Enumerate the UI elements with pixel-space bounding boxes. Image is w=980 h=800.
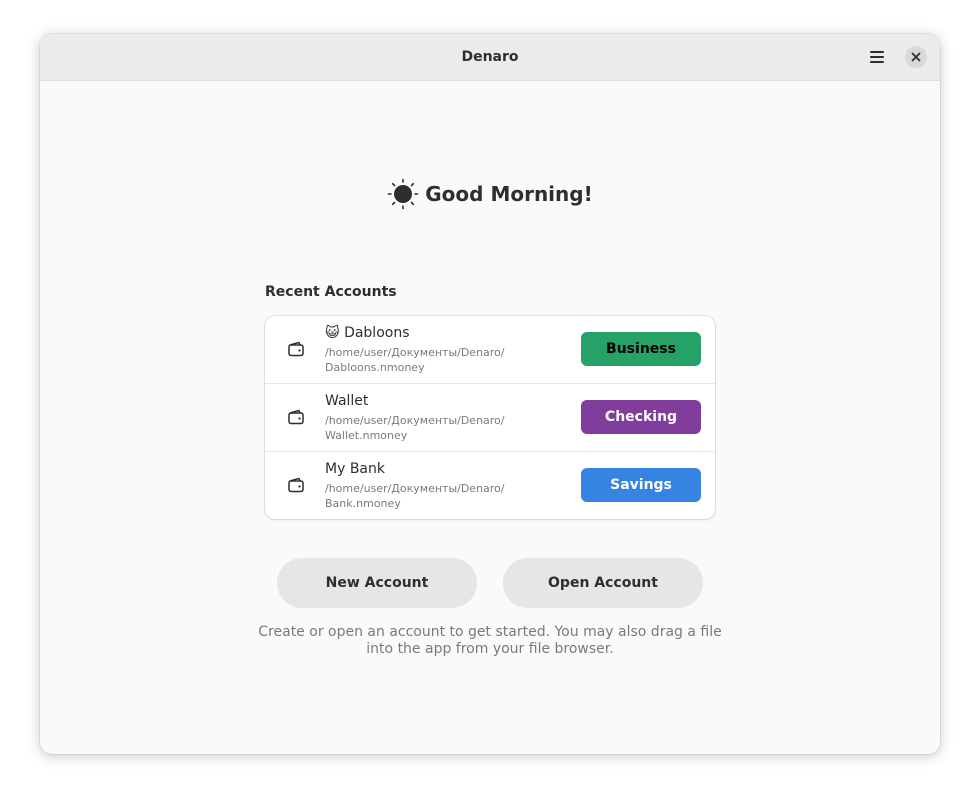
account-name: My Bank	[325, 461, 385, 477]
account-name: Wallet	[325, 393, 369, 409]
header-bar: Denaro	[40, 34, 940, 81]
account-path-line: Bank.nmoney	[325, 497, 401, 510]
wallet-icon	[288, 409, 304, 425]
close-icon	[911, 52, 921, 62]
app-window: Denaro Good Morning! Recent Accounts 😺 D…	[40, 34, 940, 754]
hamburger-menu-icon	[870, 51, 884, 63]
account-path-line: /home/user/Документы/Denaro/	[325, 482, 505, 495]
window-title: Denaro	[461, 49, 519, 65]
account-path: /home/user/Документы/Denaro/ Wallet.nmon…	[325, 413, 525, 443]
account-path-line: Dabloons.nmoney	[325, 361, 425, 374]
main-menu-button[interactable]	[863, 44, 891, 70]
recent-accounts-label: Recent Accounts	[265, 284, 397, 300]
account-type-button[interactable]: Checking	[581, 400, 701, 434]
account-row-dabloons[interactable]: 😺 Dabloons /home/user/Документы/Denaro/ …	[265, 316, 715, 384]
account-type-button[interactable]: Savings	[581, 468, 701, 502]
new-account-button[interactable]: New Account	[277, 558, 477, 608]
sun-icon	[387, 178, 419, 210]
close-button[interactable]	[905, 46, 927, 68]
account-path-line: /home/user/Документы/Denaro/	[325, 346, 505, 359]
account-row-my-bank[interactable]: My Bank /home/user/Документы/Denaro/ Ban…	[265, 451, 715, 519]
account-type-button[interactable]: Business	[581, 332, 701, 366]
account-name: 😺 Dabloons	[325, 325, 410, 341]
greeting-text: Good Morning!	[425, 182, 593, 206]
account-path: /home/user/Документы/Denaro/ Bank.nmoney	[325, 481, 525, 511]
account-path: /home/user/Документы/Denaro/ Dabloons.nm…	[325, 345, 525, 375]
account-row-wallet[interactable]: Wallet /home/user/Документы/Denaro/ Wall…	[265, 383, 715, 452]
account-name-text: Dabloons	[344, 325, 410, 341]
account-emoji: 😺	[325, 325, 340, 341]
wallet-icon	[288, 341, 304, 357]
greeting: Good Morning!	[40, 174, 940, 214]
account-path-line: /home/user/Документы/Denaro/	[325, 414, 505, 427]
account-path-line: Wallet.nmoney	[325, 429, 408, 442]
help-text: Create or open an account to get started…	[258, 624, 722, 657]
recent-accounts-list: 😺 Dabloons /home/user/Документы/Denaro/ …	[265, 316, 715, 519]
open-account-button[interactable]: Open Account	[503, 558, 703, 608]
wallet-icon	[288, 477, 304, 493]
